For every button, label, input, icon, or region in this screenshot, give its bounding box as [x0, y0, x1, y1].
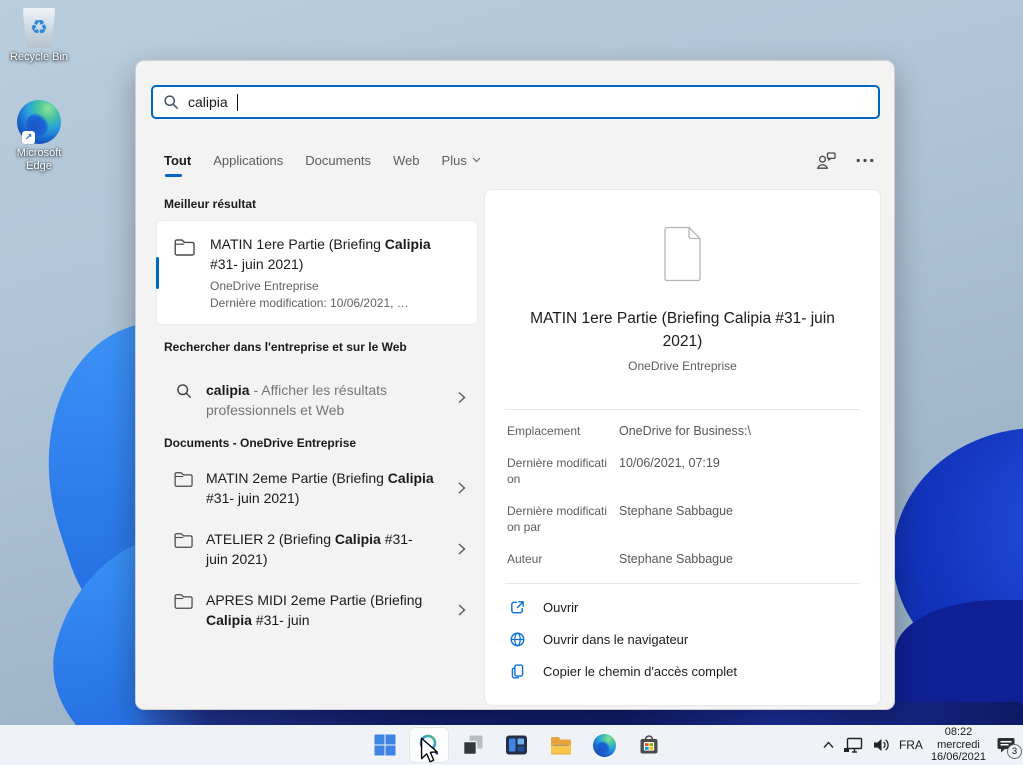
file-explorer-icon	[550, 737, 571, 755]
metadata-label: Emplacement	[507, 424, 581, 438]
selection-indicator	[156, 256, 159, 289]
edge-icon	[593, 733, 616, 757]
tray-chevron-up-icon[interactable]	[822, 740, 835, 750]
user-feedback-icon[interactable]	[816, 151, 837, 170]
result-title: ATELIER 2 (Briefing Calipia #31- juin 20…	[206, 531, 413, 567]
tab-documents[interactable]: Documents	[305, 153, 371, 168]
result-title: MATIN 2eme Partie (Briefing Calipia #31-…	[206, 470, 434, 506]
metadata-label: Dernière modification par	[507, 504, 608, 534]
result-detail: Dernière modification: 10/06/2021, …	[210, 296, 409, 310]
divider	[505, 583, 860, 584]
search-flyout-panel: calipia Tout Applications Documents Web …	[135, 60, 895, 710]
chevron-right-icon	[458, 543, 466, 555]
section-header-best-result: Meilleur résultat	[164, 197, 257, 211]
metadata-row: Dernière modification par Stephane Sabba…	[485, 503, 880, 535]
preview-pane: MATIN 1ere Partie (Briefing Calipia #31-…	[484, 189, 881, 706]
folder-icon	[174, 594, 193, 609]
microsoft-store-icon	[640, 735, 657, 754]
desktop-icon-label: Microsoft Edge	[16, 147, 62, 172]
divider	[505, 409, 860, 410]
chevron-right-icon	[458, 482, 466, 494]
chevron-right-icon	[458, 604, 466, 616]
more-options-icon[interactable]	[856, 158, 874, 163]
windows-start-icon	[374, 734, 395, 756]
metadata-row: Auteur Stephane Sabbague	[485, 551, 880, 567]
document-result-item[interactable]: APRES MIDI 2eme Partie (Briefing Calipia…	[151, 581, 484, 639]
search-tabs: Tout Applications Documents Web Plus	[164, 147, 874, 177]
folder-icon	[174, 472, 193, 487]
recycle-bin-icon: ♻	[23, 8, 55, 48]
search-input[interactable]: calipia	[151, 85, 880, 119]
tab-tout[interactable]: Tout	[164, 153, 191, 177]
tab-web[interactable]: Web	[393, 153, 420, 168]
search-icon	[164, 95, 178, 109]
clock-time: 08:22	[944, 726, 973, 739]
document-icon	[663, 226, 701, 282]
document-result-item[interactable]: MATIN 2eme Partie (Briefing Calipia #31-…	[151, 459, 484, 517]
text-caret	[236, 93, 238, 111]
metadata-value: OneDrive for Business:\	[619, 424, 751, 438]
metadata-row: Emplacement OneDrive for Business:\	[485, 423, 880, 439]
clock[interactable]: 08:22 mercredi 16/06/2021	[931, 726, 986, 764]
result-subtitle: OneDrive Entreprise	[210, 279, 319, 293]
tab-plus[interactable]: Plus	[442, 153, 481, 168]
edge-taskbar-button[interactable]	[585, 725, 625, 765]
desktop-icon-recycle-bin[interactable]: ♻ Recycle Bin	[8, 8, 70, 64]
search-icon	[177, 384, 192, 399]
notification-center-button[interactable]: 3	[994, 733, 1022, 759]
result-title: APRES MIDI 2eme Partie (Briefing Calipia…	[206, 592, 423, 628]
microsoft-store-button[interactable]	[629, 725, 669, 765]
result-title: MATIN 1ere Partie (Briefing Calipia #31-…	[210, 236, 431, 272]
metadata-value: Stephane Sabbague	[619, 552, 733, 566]
section-header-documents: Documents - OneDrive Entreprise	[164, 436, 357, 450]
language-indicator[interactable]: FRA	[899, 738, 923, 752]
chevron-down-icon	[472, 157, 481, 163]
mouse-cursor	[420, 737, 438, 763]
volume-icon[interactable]	[872, 737, 891, 753]
task-view-button[interactable]	[453, 725, 493, 765]
action-open[interactable]: Ouvrir	[485, 598, 880, 616]
preview-actions: Ouvrir Ouvrir dans le navigateur Copier …	[485, 598, 880, 680]
widgets-button[interactable]	[497, 725, 537, 765]
metadata-value: Stephane Sabbague	[619, 504, 733, 518]
preview-subtitle: OneDrive Entreprise	[628, 359, 737, 373]
clock-day: mercredi	[937, 738, 980, 751]
metadata-label: Auteur	[507, 552, 543, 566]
metadata-row: Dernière modification 10/06/2021, 07:19	[485, 455, 880, 487]
globe-icon	[510, 632, 525, 646]
preview-title: MATIN 1ere Partie (Briefing Calipia #31-…	[530, 310, 835, 350]
document-result-item[interactable]: ATELIER 2 (Briefing Calipia #31- juin 20…	[151, 520, 484, 578]
folder-icon	[174, 533, 193, 548]
shortcut-arrow-icon: ↗	[22, 131, 35, 144]
network-icon[interactable]	[843, 737, 864, 754]
web-search-item[interactable]: calipia - Afficher les résultats profess…	[151, 369, 484, 430]
taskbar: FRA 08:22 mercredi 16/06/2021 3	[0, 725, 1023, 765]
notification-badge: 3	[1007, 744, 1022, 759]
web-search-text: calipia - Afficher les résultats profess…	[206, 382, 388, 418]
chevron-right-icon	[458, 391, 466, 404]
folder-icon	[174, 239, 195, 256]
clock-date: 16/06/2021	[930, 751, 986, 764]
metadata-label: Dernière modification	[507, 456, 608, 486]
tab-applications[interactable]: Applications	[213, 153, 283, 168]
metadata-value: 10/06/2021, 07:19	[619, 456, 720, 470]
desktop-icon-label: Recycle Bin	[9, 51, 69, 63]
start-button[interactable]	[365, 725, 405, 765]
file-explorer-button[interactable]	[541, 725, 581, 765]
metadata-list: Emplacement OneDrive for Business:\ Dern…	[485, 423, 880, 567]
copy-icon	[511, 663, 524, 679]
open-external-icon	[511, 600, 524, 613]
task-view-icon	[462, 735, 482, 756]
system-tray: FRA 08:22 mercredi 16/06/2021 3	[822, 725, 1022, 765]
action-copy-path[interactable]: Copier le chemin d'accès complet	[485, 662, 880, 680]
widgets-icon	[506, 735, 527, 755]
desktop-icon-microsoft-edge[interactable]: ↗ Microsoft Edge	[8, 100, 70, 173]
action-open-in-browser[interactable]: Ouvrir dans le navigateur	[485, 630, 880, 648]
results-column: Meilleur résultat MATIN 1ere Partie (Bri…	[151, 191, 484, 703]
best-result-item[interactable]: MATIN 1ere Partie (Briefing Calipia #31-…	[156, 220, 478, 325]
search-query-text: calipia	[188, 94, 228, 110]
section-header-web-search: Rechercher dans l'entreprise et sur le W…	[164, 340, 407, 354]
